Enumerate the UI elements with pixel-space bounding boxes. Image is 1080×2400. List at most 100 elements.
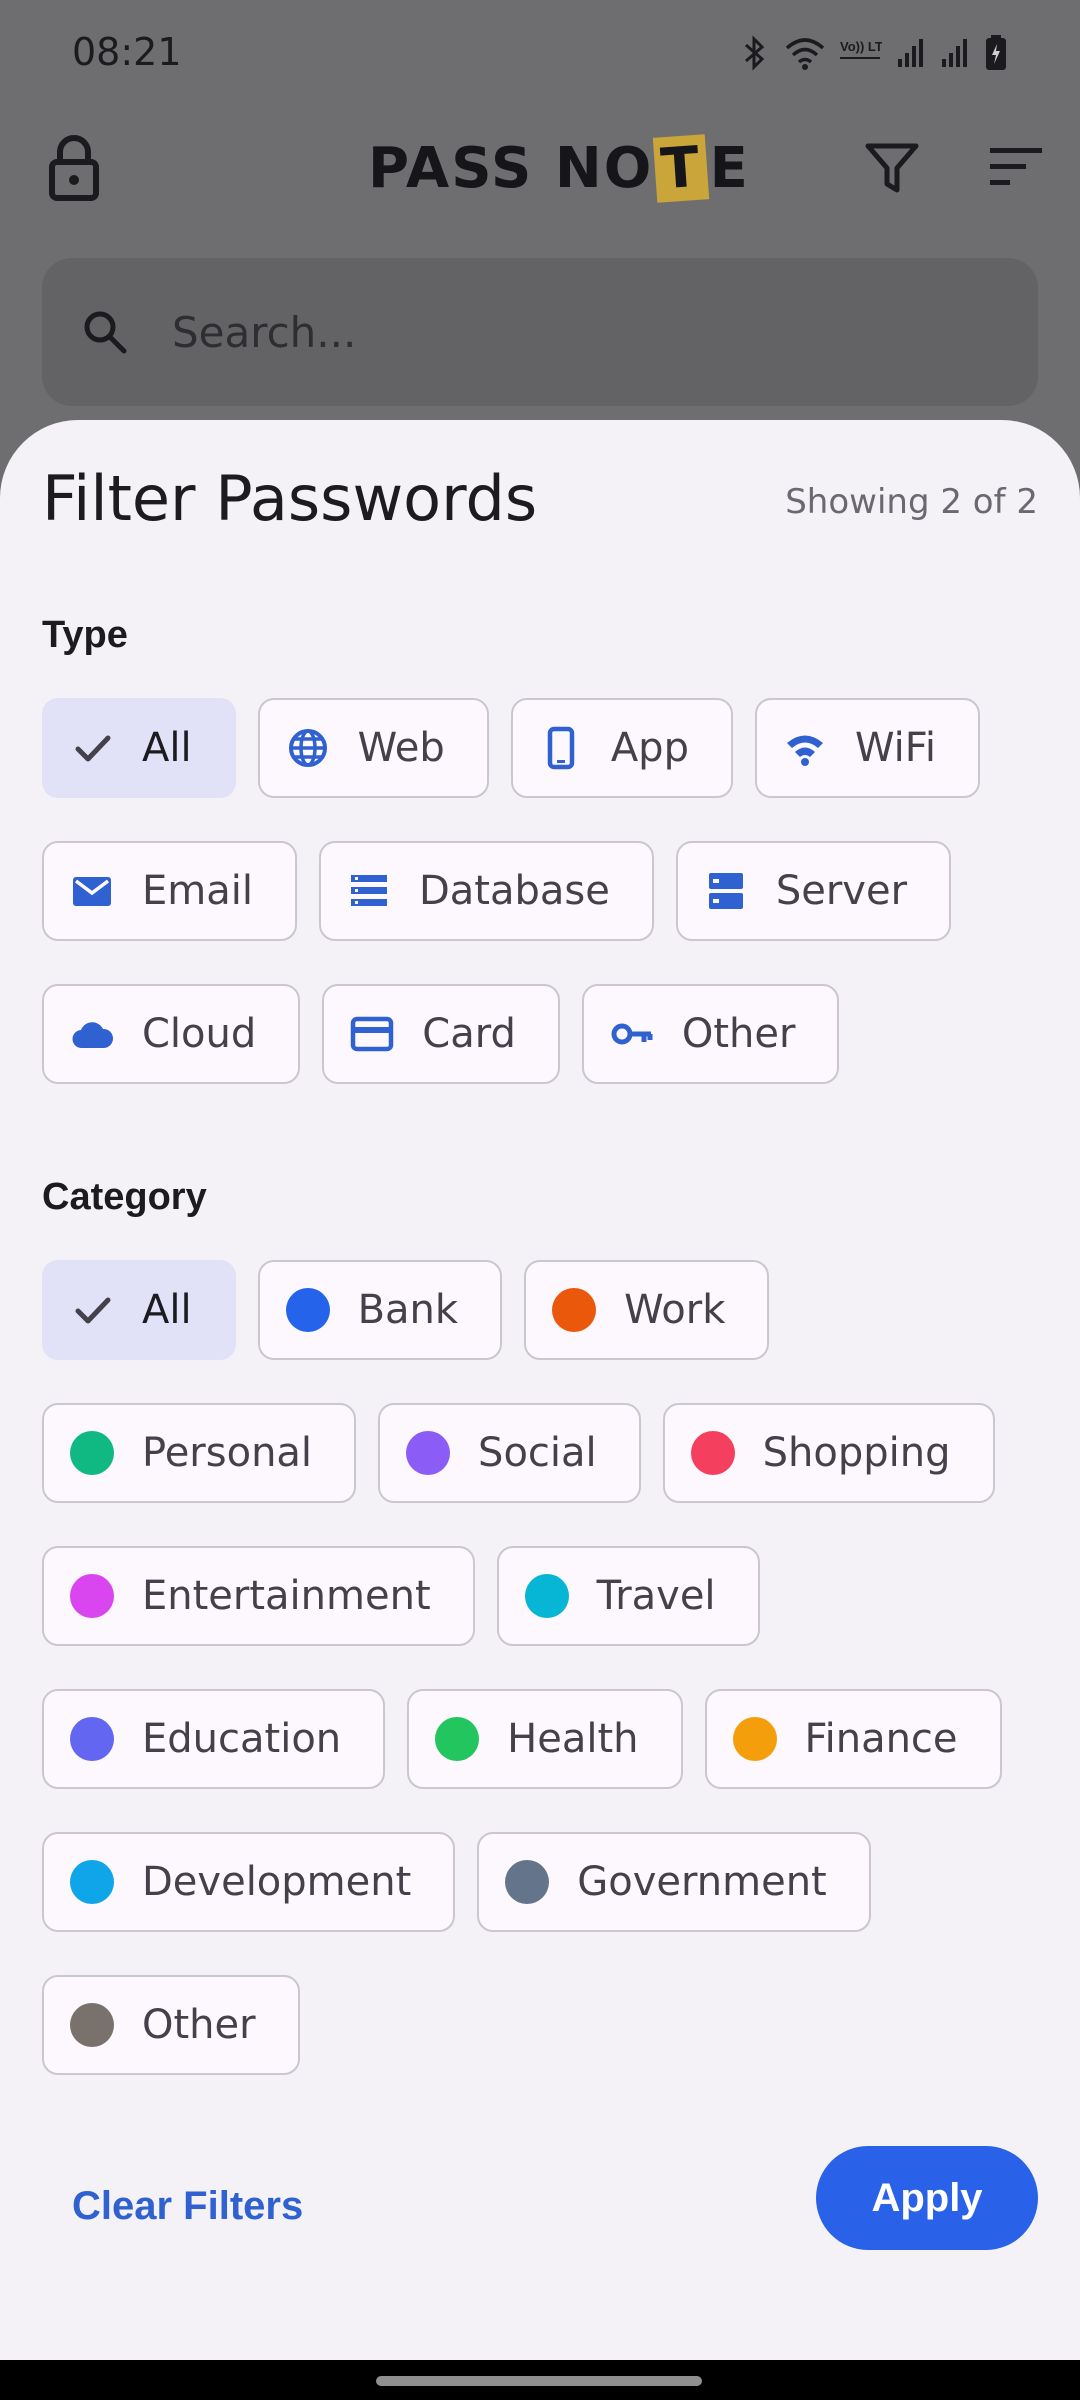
- color-dot-icon: [524, 1574, 569, 1618]
- color-dot-icon: [732, 1717, 777, 1761]
- search-input[interactable]: Search...: [172, 308, 356, 357]
- chip-label: Cloud: [142, 1011, 257, 1057]
- category-chip-government[interactable]: Government: [477, 1832, 871, 1932]
- status-bar: 08:21 Vo)) LTE1: [0, 0, 1080, 100]
- chip-label: Server: [775, 868, 908, 914]
- color-dot-icon: [406, 1431, 451, 1475]
- logo-text-right: E: [709, 136, 750, 201]
- chip-label: All: [142, 725, 192, 771]
- type-chip-server[interactable]: Server: [675, 841, 952, 941]
- database-icon: [347, 869, 391, 913]
- category-section-label: Category: [42, 1176, 207, 1218]
- type-chip-other[interactable]: Other: [581, 984, 840, 1084]
- server-icon: [704, 869, 748, 913]
- key-icon: [610, 1012, 654, 1056]
- bluetooth-icon: [745, 35, 765, 71]
- chip-label: WiFi: [854, 725, 936, 771]
- filter-icon: [865, 143, 919, 193]
- type-chip-database[interactable]: Database: [318, 841, 654, 941]
- type-chip-cloud[interactable]: Cloud: [42, 984, 301, 1084]
- lock-button[interactable]: [44, 132, 104, 202]
- search-icon: [84, 311, 127, 354]
- chip-label: Government: [577, 1859, 827, 1905]
- clear-filters-button[interactable]: Clear Filters: [72, 2184, 303, 2229]
- result-count: Showing 2 of 2: [785, 482, 1038, 522]
- type-chip-card[interactable]: Card: [322, 984, 560, 1084]
- logo-text-t: T: [653, 134, 710, 203]
- category-chip-bank[interactable]: Bank: [257, 1260, 503, 1360]
- chip-label: Social: [478, 1430, 597, 1476]
- color-dot-icon: [285, 1288, 330, 1332]
- check-icon: [70, 726, 114, 770]
- category-chip-entertainment[interactable]: Entertainment: [42, 1546, 475, 1646]
- signal-icon: [898, 39, 923, 67]
- lock-icon: [49, 135, 99, 201]
- wifi-icon: [783, 726, 827, 770]
- color-dot-icon: [70, 1717, 114, 1761]
- chip-label: Finance: [804, 1716, 958, 1762]
- sort-icon: [990, 148, 1042, 185]
- color-dot-icon: [435, 1717, 480, 1761]
- mail-icon: [70, 869, 114, 913]
- credit-card-icon: [350, 1012, 394, 1056]
- sort-button[interactable]: [986, 142, 1046, 192]
- status-icons: Vo)) LTE1: [740, 34, 1008, 72]
- category-chip-shopping[interactable]: Shopping: [662, 1403, 995, 1503]
- sheet-title: Filter Passwords: [42, 462, 538, 535]
- apply-button[interactable]: Apply: [816, 2146, 1038, 2250]
- chip-label: App: [610, 725, 689, 771]
- type-chip-group: All Web App WiFi Email Database Server Cloud Car…: [42, 698, 1042, 1084]
- color-dot-icon: [690, 1431, 735, 1475]
- chip-label: Personal: [142, 1430, 313, 1476]
- category-chip-travel[interactable]: Travel: [496, 1546, 760, 1646]
- type-chip-web[interactable]: Web: [257, 698, 489, 798]
- category-chip-education[interactable]: Education: [42, 1689, 386, 1789]
- chip-label: All: [142, 1287, 192, 1333]
- color-dot-icon: [70, 1574, 114, 1618]
- globe-icon: [286, 726, 330, 770]
- chip-label: Shopping: [762, 1430, 951, 1476]
- wifi-icon: [785, 38, 825, 70]
- category-chip-work[interactable]: Work: [524, 1260, 770, 1360]
- battery-icon: [986, 35, 1006, 70]
- chip-label: Card: [422, 1011, 516, 1057]
- color-dot-icon: [70, 2003, 114, 2047]
- chip-label: Education: [142, 1716, 342, 1762]
- signal-icon: [942, 39, 967, 67]
- check-icon: [70, 1288, 114, 1332]
- home-indicator[interactable]: [376, 2376, 702, 2386]
- type-chip-email[interactable]: Email: [42, 841, 297, 941]
- type-chip-all[interactable]: All: [42, 698, 236, 798]
- category-chip-health[interactable]: Health: [407, 1689, 683, 1789]
- category-chip-finance[interactable]: Finance: [704, 1689, 1002, 1789]
- chip-label: Travel: [596, 1573, 716, 1619]
- chip-label: Health: [507, 1716, 639, 1762]
- chip-label: Development: [142, 1859, 412, 1905]
- app-logo: PASS NO T E: [368, 134, 750, 203]
- type-section-label: Type: [42, 614, 128, 656]
- filter-button[interactable]: [862, 138, 922, 198]
- chip-label: Other: [142, 2002, 256, 2048]
- filter-sheet: Filter Passwords Showing 2 of 2 Type All…: [0, 420, 1080, 2360]
- search-bar[interactable]: Search...: [42, 258, 1038, 406]
- color-dot-icon: [70, 1860, 114, 1904]
- phone-icon: [539, 726, 583, 770]
- chip-label: Work: [624, 1287, 726, 1333]
- category-chip-development[interactable]: Development: [42, 1832, 456, 1932]
- chip-label: Bank: [357, 1287, 459, 1333]
- category-chip-all[interactable]: All: [42, 1260, 236, 1360]
- volte-label: Vo)) LTE1: [840, 39, 882, 54]
- type-chip-app[interactable]: App: [510, 698, 733, 798]
- color-dot-icon: [552, 1288, 597, 1332]
- chip-label: Other: [681, 1011, 796, 1057]
- type-chip-wifi[interactable]: WiFi: [754, 698, 980, 798]
- cloud-icon: [70, 1012, 114, 1056]
- category-chip-other[interactable]: Other: [42, 1975, 300, 2075]
- category-chip-personal[interactable]: Personal: [42, 1403, 357, 1503]
- app-bar: PASS NO T E: [0, 110, 1080, 230]
- chip-label: Entertainment: [142, 1573, 431, 1619]
- category-chip-social[interactable]: Social: [378, 1403, 641, 1503]
- color-dot-icon: [505, 1860, 550, 1904]
- volte-icon: Vo)) LTE1: [840, 39, 882, 59]
- logo-text-left: PASS NO: [368, 136, 654, 201]
